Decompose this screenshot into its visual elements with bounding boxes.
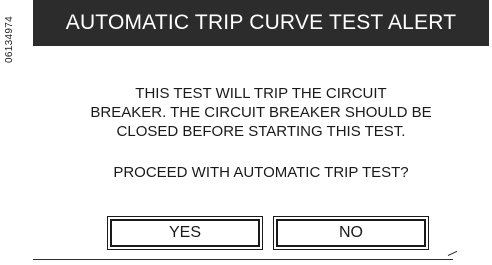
alert-message: THIS TEST WILL TRIP THE CIRCUIT BREAKER.… xyxy=(33,84,489,141)
yes-button[interactable]: YES xyxy=(107,216,263,250)
confirm-prompt: PROCEED WITH AUTOMATIC TRIP TEST? xyxy=(113,164,409,181)
alert-message-line: CLOSED BEFORE STARTING THIS TEST. xyxy=(116,123,406,140)
figure-code: 06134974 xyxy=(0,8,18,70)
yes-button-label: YES xyxy=(168,224,201,241)
figure-code-text: 06134974 xyxy=(3,15,15,63)
dialog-title: AUTOMATIC TRIP CURVE TEST ALERT xyxy=(65,11,457,34)
bottom-divider xyxy=(33,259,453,260)
alert-message-line: BREAKER. THE CIRCUIT BREAKER SHOULD BE xyxy=(90,104,432,121)
no-button[interactable]: NO xyxy=(273,216,429,250)
no-button-label: NO xyxy=(339,224,363,241)
dialog-title-bar: AUTOMATIC TRIP CURVE TEST ALERT xyxy=(33,0,489,46)
alert-message-line: THIS TEST WILL TRIP THE CIRCUIT xyxy=(135,85,387,102)
bottom-divider-tick xyxy=(447,250,458,256)
